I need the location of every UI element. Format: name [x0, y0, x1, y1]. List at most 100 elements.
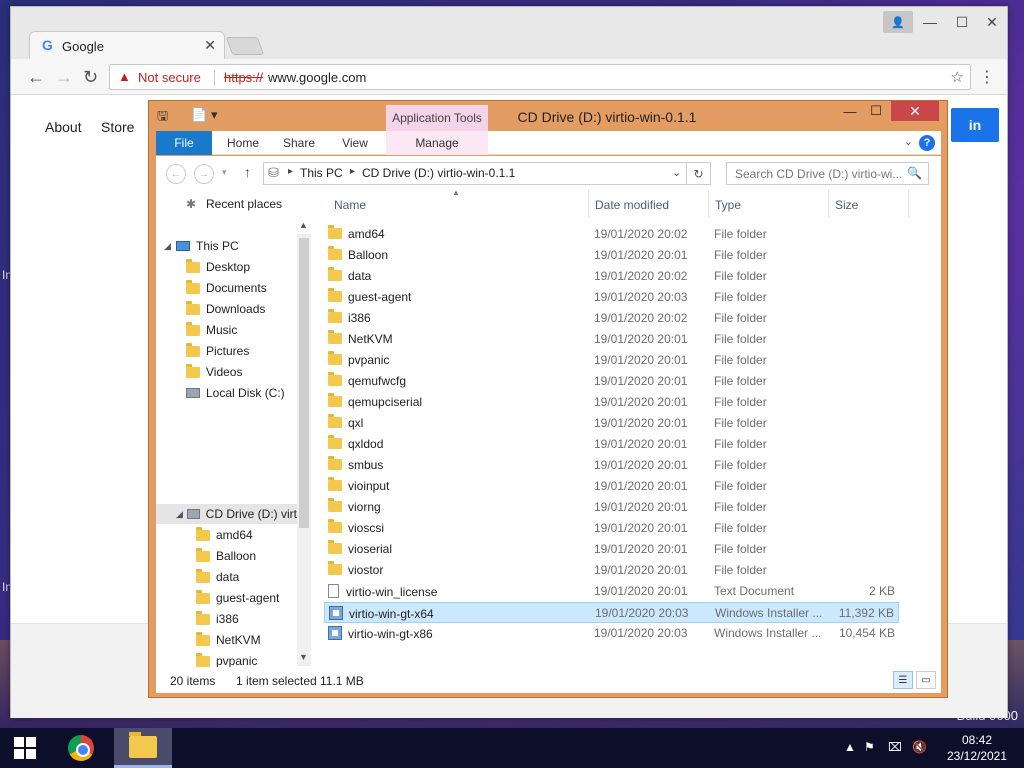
minimize-button[interactable]: —: [837, 101, 863, 121]
breadcrumb-chevron-icon[interactable]: ▸: [288, 166, 293, 177]
file-name-cell[interactable]: qemufwcfg: [328, 372, 406, 388]
address-bar[interactable]: ▲ Not secure https:// www.google.com ☆: [109, 64, 971, 90]
new-folder-icon[interactable]: 📄: [191, 107, 207, 123]
file-row[interactable]: pvpanic 19/01/2020 20:01 File folder: [324, 350, 899, 371]
file-row[interactable]: i386 19/01/2020 20:02 File folder: [324, 308, 899, 329]
file-row[interactable]: smbus 19/01/2020 20:01 File folder: [324, 455, 899, 476]
bookmark-star-icon[interactable]: ☆: [951, 68, 964, 86]
chrome-minimize-button[interactable]: —: [915, 11, 945, 33]
forward-button[interactable]: →: [194, 164, 214, 184]
help-icon[interactable]: ?: [919, 135, 935, 151]
file-row[interactable]: virtio-win_license 19/01/2020 20:01 Text D…: [324, 581, 899, 602]
chrome-maximize-button[interactable]: ☐: [947, 11, 977, 33]
nav-item-guest-agent[interactable]: guest-agent: [196, 588, 279, 608]
tab-view[interactable]: View: [330, 131, 380, 155]
nav-item-netkvm[interactable]: NetKVM: [196, 630, 261, 650]
file-name-cell[interactable]: smbus: [328, 456, 383, 472]
collapse-arrow-icon[interactable]: ◢: [176, 509, 185, 520]
file-name-cell[interactable]: vioinput: [328, 477, 389, 493]
nav-recent-places[interactable]: ✱ Recent places: [186, 194, 282, 214]
file-row[interactable]: qemufwcfg 19/01/2020 20:01 File folder: [324, 371, 899, 392]
recent-locations-chevron-icon[interactable]: ▾: [222, 167, 227, 178]
file-row[interactable]: vioinput 19/01/2020 20:01 File folder: [324, 476, 899, 497]
file-name-cell[interactable]: viorng: [328, 498, 381, 514]
file-row[interactable]: viorng 19/01/2020 20:01 File folder: [324, 497, 899, 518]
network-disconnected-icon[interactable]: ⌧: [888, 740, 902, 754]
system-clock[interactable]: 08:42 23/12/2021: [938, 732, 1016, 764]
file-row[interactable]: qxl 19/01/2020 20:01 File folder: [324, 413, 899, 434]
file-name-cell[interactable]: pvpanic: [328, 351, 389, 367]
file-row[interactable]: vioscsi 19/01/2020 20:01 File folder: [324, 518, 899, 539]
nav-item-local-disk-c[interactable]: Local Disk (C:): [186, 383, 285, 403]
column-header-type[interactable]: Type: [715, 198, 741, 212]
file-name-cell[interactable]: vioserial: [328, 540, 392, 556]
start-button[interactable]: [0, 728, 50, 768]
warning-triangle-icon[interactable]: ▲: [118, 69, 131, 84]
nav-item-i386[interactable]: i386: [196, 609, 239, 629]
file-row[interactable]: amd64 19/01/2020 20:02 File folder: [324, 224, 899, 245]
column-divider[interactable]: [708, 190, 709, 218]
file-name-cell[interactable]: data: [328, 267, 371, 283]
back-arrow-icon[interactable]: ←: [27, 67, 45, 88]
file-row[interactable]: qxldod 19/01/2020 20:01 File folder: [324, 434, 899, 455]
file-row[interactable]: NetKVM 19/01/2020 20:01 File folder: [324, 329, 899, 350]
nav-item-pvpanic[interactable]: pvpanic: [196, 651, 257, 667]
address-breadcrumb[interactable]: ⛁ ▸ This PC ▸ CD Drive (D:) virtio-win-0…: [263, 162, 711, 185]
tab-close-icon[interactable]: ✕: [204, 37, 216, 54]
breadcrumb-chevron-icon[interactable]: ▸: [350, 166, 355, 177]
file-name-cell[interactable]: qxldod: [328, 435, 383, 451]
nav-item-videos[interactable]: Videos: [186, 362, 242, 382]
close-button[interactable]: ✕: [891, 101, 939, 121]
file-row[interactable]: virtio-win-gt-x64 19/01/2020 20:03 Windows…: [324, 602, 899, 623]
nav-item-amd64[interactable]: amd64: [196, 525, 253, 545]
chrome-tab-google[interactable]: G Google ✕: [29, 31, 225, 59]
column-header-date[interactable]: Date modified: [595, 198, 669, 212]
tab-file[interactable]: File: [156, 131, 212, 155]
column-divider[interactable]: [828, 190, 829, 218]
nav-item-documents[interactable]: Documents: [186, 278, 267, 298]
action-center-flag-icon[interactable]: ⚑: [864, 740, 875, 754]
tab-home[interactable]: Home: [218, 131, 268, 155]
file-name-cell[interactable]: viostor: [328, 561, 383, 577]
file-name-cell[interactable]: virtio-win_license: [328, 584, 437, 599]
tab-manage[interactable]: Manage: [386, 131, 488, 155]
nav-cd-drive[interactable]: ◢ CD Drive (D:) virt: [156, 504, 297, 524]
nav-item-balloon[interactable]: Balloon: [196, 546, 256, 566]
file-row[interactable]: data 19/01/2020 20:02 File folder: [324, 266, 899, 287]
address-dropdown-icon[interactable]: ⌄: [672, 166, 681, 179]
taskbar-chrome[interactable]: [52, 728, 110, 768]
scroll-up-icon[interactable]: ▲: [299, 220, 308, 230]
collapse-arrow-icon[interactable]: ◢: [164, 241, 174, 252]
new-tab-button[interactable]: [225, 37, 265, 55]
scroll-thumb[interactable]: [299, 238, 309, 528]
store-link[interactable]: Store: [101, 119, 134, 135]
file-name-cell[interactable]: NetKVM: [328, 330, 393, 346]
file-name-cell[interactable]: guest-agent: [328, 288, 411, 304]
file-name-cell[interactable]: i386: [328, 309, 371, 325]
column-header-name[interactable]: Name: [334, 198, 366, 212]
file-name-cell[interactable]: qxl: [328, 414, 363, 430]
file-row[interactable]: viostor 19/01/2020 20:01 File folder: [324, 560, 899, 581]
nav-this-pc[interactable]: ◢ This PC: [164, 236, 239, 256]
nav-item-desktop[interactable]: Desktop: [186, 257, 250, 277]
column-header-size[interactable]: Size: [835, 198, 858, 212]
nav-scrollbar[interactable]: ▲ ▼: [297, 220, 311, 666]
quick-access-dropdown-icon[interactable]: ▾: [211, 107, 218, 123]
search-input[interactable]: Search CD Drive (D:) virtio-wi... 🔍: [726, 162, 929, 185]
file-row[interactable]: Balloon 19/01/2020 20:01 File folder: [324, 245, 899, 266]
file-name-cell[interactable]: qemupciserial: [328, 393, 422, 409]
column-divider[interactable]: [588, 190, 589, 218]
forward-arrow-icon[interactable]: →: [55, 67, 73, 88]
reload-icon[interactable]: ↻: [83, 67, 98, 88]
nav-item-music[interactable]: Music: [186, 320, 237, 340]
about-link[interactable]: About: [45, 119, 82, 135]
refresh-icon[interactable]: ↻: [686, 163, 710, 184]
breadcrumb-this-pc[interactable]: This PC: [300, 166, 343, 180]
file-row[interactable]: qemupciserial 19/01/2020 20:01 File folder: [324, 392, 899, 413]
chrome-close-button[interactable]: ✕: [977, 11, 1007, 33]
nav-item-downloads[interactable]: Downloads: [186, 299, 265, 319]
chrome-menu-icon[interactable]: ⋮: [979, 67, 995, 87]
properties-icon[interactable]: 🖫: [157, 107, 168, 129]
file-row[interactable]: vioserial 19/01/2020 20:01 File folder: [324, 539, 899, 560]
nav-item-data[interactable]: data: [196, 567, 239, 587]
